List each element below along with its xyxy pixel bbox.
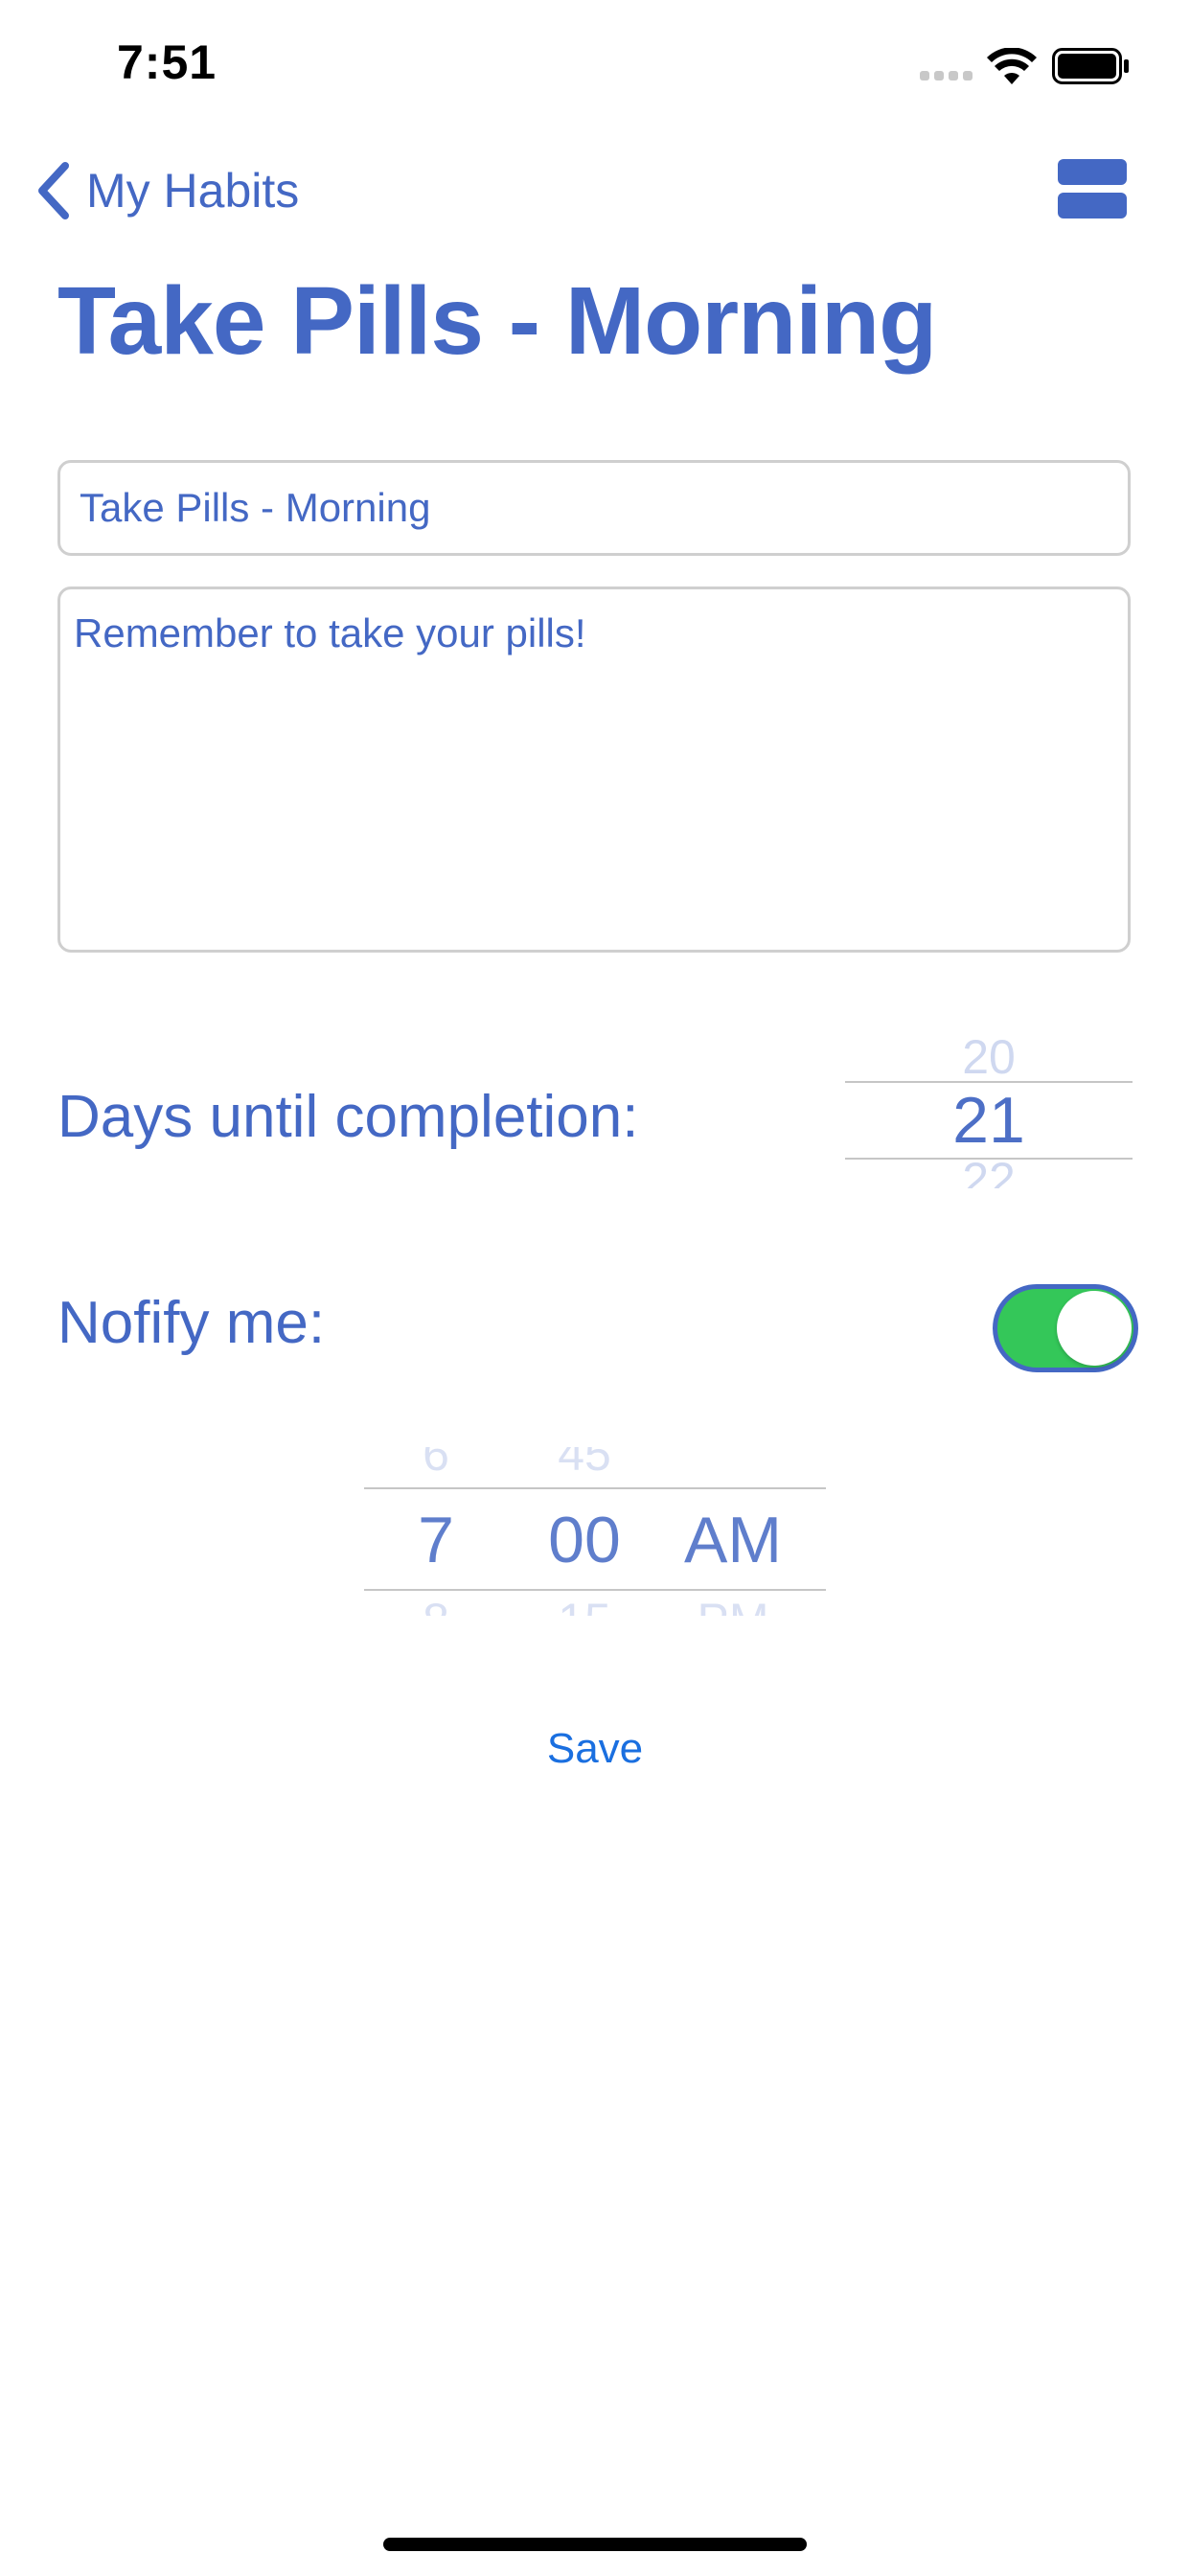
toggle-knob xyxy=(1057,1291,1132,1366)
chevron-left-icon xyxy=(38,162,69,219)
status-time: 7:51 xyxy=(117,35,217,89)
back-button[interactable]: My Habits xyxy=(34,157,299,224)
period-selected[interactable]: AM xyxy=(661,1503,805,1577)
minute-selected[interactable]: 00 xyxy=(513,1503,656,1577)
hour-selected[interactable]: 7 xyxy=(364,1503,508,1577)
save-button[interactable]: Save xyxy=(499,1720,691,1778)
days-picker-next[interactable]: 22 xyxy=(845,1152,1133,1188)
minute-previous[interactable]: 45 xyxy=(513,1447,656,1482)
menu-icon xyxy=(1058,159,1127,185)
period-column[interactable]: AM PM xyxy=(661,1447,805,1616)
minute-column[interactable]: 45 00 15 xyxy=(513,1447,656,1616)
notify-me-label: Nofify me: xyxy=(57,1290,326,1356)
hour-previous[interactable]: 6 xyxy=(364,1447,508,1482)
menu-button[interactable] xyxy=(1058,159,1127,218)
hour-next[interactable]: 8 xyxy=(364,1593,508,1616)
wifi-icon xyxy=(987,48,1037,84)
home-indicator[interactable] xyxy=(383,2538,807,2551)
notify-toggle[interactable] xyxy=(993,1284,1138,1372)
habit-name-field[interactable] xyxy=(57,460,1131,556)
page-title: Take Pills - Morning xyxy=(57,267,937,375)
battery-icon xyxy=(1052,48,1129,84)
period-next[interactable]: PM xyxy=(661,1593,805,1616)
days-picker-previous[interactable]: 20 xyxy=(845,1035,1133,1085)
time-picker[interactable]: 6 7 8 45 00 15 AM PM xyxy=(364,1447,826,1616)
habit-notes-field[interactable]: Remember to take your pills! xyxy=(57,586,1131,953)
back-label: My Habits xyxy=(86,164,300,218)
days-until-completion-label: Days until completion: xyxy=(57,1084,639,1150)
days-picker-selected[interactable]: 21 xyxy=(845,1083,1133,1158)
cellular-signal-icon xyxy=(920,71,973,82)
menu-icon-bar xyxy=(1058,193,1127,218)
hour-column[interactable]: 6 7 8 xyxy=(364,1447,508,1616)
minute-next[interactable]: 15 xyxy=(513,1593,656,1616)
days-picker[interactable]: 20 21 22 xyxy=(845,1035,1133,1188)
